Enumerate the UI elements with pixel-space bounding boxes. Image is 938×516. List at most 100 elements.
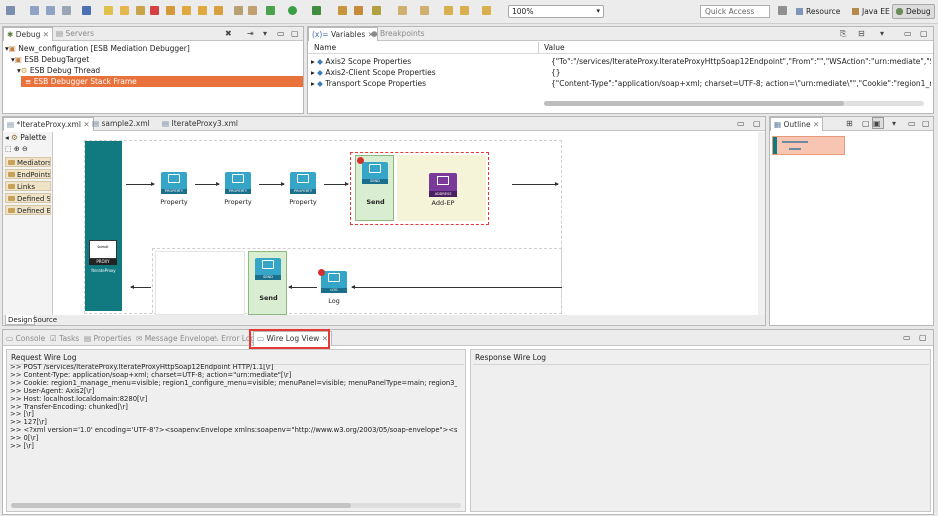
tab-outline[interactable]: ▦ Outline ✕ [770, 117, 824, 131]
breakpoint-icon[interactable] [318, 269, 325, 276]
column-name[interactable]: Name [314, 43, 336, 52]
step-into-icon[interactable] [182, 6, 191, 15]
use-step-filters-icon[interactable] [248, 6, 257, 15]
run-icon[interactable] [288, 6, 297, 15]
suspend-icon[interactable] [136, 6, 145, 15]
zoom-out-icon[interactable]: ⊖ [22, 145, 28, 153]
variable-row[interactable]: ▸ ◆ Axis2-Client Scope Properties {} [311, 67, 931, 78]
property-mediator[interactable]: PROPERTY [225, 172, 251, 194]
send-mediator-container[interactable]: SEND Send [248, 251, 287, 315]
step-icon[interactable] [120, 6, 129, 15]
tab-tasks[interactable]: ☑ Tasks [47, 332, 82, 346]
property-mediator[interactable]: PROPERTY [161, 172, 187, 194]
tab-message-envelope[interactable]: ✉ Message Envelope [133, 332, 218, 346]
response-log-area[interactable] [473, 364, 929, 510]
open-perspective-icon[interactable] [778, 6, 787, 15]
zoom-in-icon[interactable]: ⊕ [14, 145, 20, 153]
debug-config-icon[interactable] [82, 6, 91, 15]
zoom-select[interactable]: 100% ▾ [508, 5, 604, 18]
horizontal-scrollbar[interactable] [544, 101, 924, 106]
perspective-javaee[interactable]: Java EE [852, 5, 890, 18]
annotation-next-icon[interactable] [398, 6, 407, 15]
maximize-icon[interactable]: ▢ [922, 118, 930, 129]
perspective-debug[interactable]: Debug [892, 4, 935, 19]
palette-group-links[interactable]: Links [5, 181, 51, 191]
outline-selected-icon[interactable]: ▣ [872, 117, 884, 129]
maximize-icon[interactable]: ▢ [920, 28, 928, 39]
vertical-scrollbar[interactable] [758, 132, 765, 315]
tree-row-target[interactable]: ▾▣ ESB DebugTarget [11, 54, 89, 65]
resume-icon[interactable] [104, 6, 113, 15]
address-endpoint[interactable]: ADDRESS [429, 173, 457, 197]
log-mediator[interactable]: LOG [321, 271, 347, 293]
close-icon[interactable]: ✕ [813, 120, 819, 129]
tree-row-config[interactable]: ▾▣ New_configuration [ESB Mediation Debu… [5, 43, 190, 54]
minimize-icon[interactable]: ▭ [277, 28, 285, 39]
design-canvas[interactable]: ⇦⇨ PROXY IterateProxy PROPERTY Property … [54, 132, 757, 315]
view-menu-icon[interactable]: ▾ [892, 118, 896, 129]
pin-icon[interactable] [372, 6, 381, 15]
outline-tree-icon[interactable]: ▢ [862, 118, 870, 129]
view-menu-icon[interactable]: ⇥ [247, 28, 254, 39]
palette-group-mediators[interactable]: Mediators [5, 157, 51, 167]
outline-toggle-icon[interactable]: ⊞ [846, 118, 853, 129]
show-type-names-icon[interactable]: ⎘ [840, 28, 846, 39]
proxy-bar[interactable]: ⇦⇨ PROXY IterateProxy [85, 141, 122, 311]
tab-servers[interactable]: ▤ Servers [53, 27, 97, 41]
maximize-icon[interactable]: ▢ [291, 28, 299, 39]
palette-group-defined-sequences[interactable]: Defined Sequen... [5, 193, 51, 203]
new-icon[interactable] [6, 6, 15, 15]
send-mediator[interactable]: SEND [362, 162, 388, 184]
palette-group-defined-endpoints[interactable]: Defined EndPoi... [5, 205, 51, 215]
close-icon[interactable]: ✕ [43, 30, 49, 39]
maximize-icon[interactable]: ▢ [919, 332, 927, 343]
minimize-icon[interactable]: ▭ [908, 118, 916, 129]
horizontal-scrollbar[interactable] [11, 503, 461, 508]
column-value[interactable]: Value [544, 43, 565, 52]
save-all-icon[interactable] [46, 6, 55, 15]
external-tools-icon[interactable] [312, 6, 321, 15]
tab-breakpoints[interactable]: ● Breakpoints [368, 27, 428, 41]
variable-row[interactable]: ▸ ◆ Transport Scope Properties {"Content… [311, 78, 931, 89]
tab-source[interactable]: Source [31, 315, 59, 325]
back-icon[interactable] [444, 6, 453, 15]
print-icon[interactable] [62, 6, 71, 15]
scrollbar-thumb[interactable] [11, 503, 351, 508]
tab-properties[interactable]: ▤ Properties [81, 332, 134, 346]
quick-access-input[interactable]: Quick Access [700, 5, 770, 18]
tab-sample2[interactable]: ▤ sample2.xml [89, 117, 153, 131]
open-type-icon[interactable] [338, 6, 347, 15]
tree-row-thread[interactable]: ▾⚙ ESB Debug Thread [17, 65, 100, 76]
tab-iterate-proxy[interactable]: ▤ *IterateProxy.xml ✕ [3, 117, 94, 131]
maximize-icon[interactable]: ▢ [753, 118, 761, 129]
minimize-icon[interactable]: ▭ [904, 28, 912, 39]
forward-icon[interactable] [460, 6, 469, 15]
collapse-all-icon[interactable]: ⊟ [858, 28, 865, 39]
search-icon[interactable] [354, 6, 363, 15]
annotation-prev-icon[interactable] [420, 6, 429, 15]
step-return-icon[interactable] [214, 6, 223, 15]
send-mediator[interactable]: SEND [255, 258, 281, 280]
minimize-icon[interactable]: ▭ [903, 332, 911, 343]
breakpoint-icon[interactable] [357, 157, 364, 164]
select-tool-icon[interactable]: ⬚ [5, 145, 12, 153]
tree-row-stack-frame[interactable]: ≡ ESB Debugger Stack Frame [21, 76, 303, 87]
variable-row[interactable]: ▸ ◆ Axis2 Scope Properties {"To":"/servi… [311, 56, 931, 67]
debug-run-icon[interactable] [266, 6, 275, 15]
nav-history-icon[interactable] [482, 6, 491, 15]
send-mediator-container[interactable]: SEND Send [355, 155, 394, 221]
remove-terminated-icon[interactable]: ✖ [225, 28, 232, 39]
collapse-palette-icon[interactable]: ◂ [5, 133, 9, 142]
drop-frame-icon[interactable] [234, 6, 243, 15]
scrollbar-thumb[interactable] [544, 101, 844, 106]
property-mediator[interactable]: PROPERTY [290, 172, 316, 194]
palette-group-endpoints[interactable]: EndPoints [5, 169, 51, 179]
view-chevron-icon[interactable]: ▾ [263, 28, 267, 39]
disconnect-icon[interactable] [166, 6, 175, 15]
perspective-resource[interactable]: Resource [796, 5, 840, 18]
step-over-icon[interactable] [198, 6, 207, 15]
outline-thumbnail[interactable] [772, 136, 845, 155]
minimize-icon[interactable]: ▭ [737, 118, 745, 129]
save-icon[interactable] [30, 6, 39, 15]
terminate-icon[interactable] [150, 6, 159, 15]
